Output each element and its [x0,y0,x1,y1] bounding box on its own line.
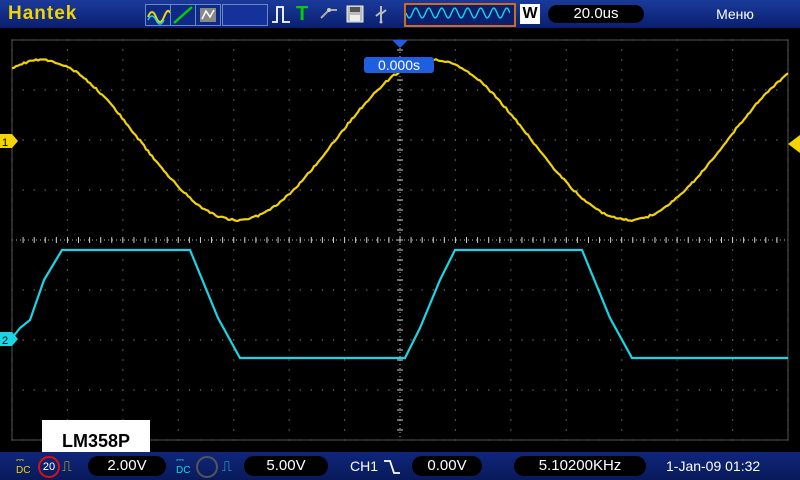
trigger-edge-icon[interactable] [270,4,292,24]
timebase-readout[interactable]: 20.0us [548,5,644,23]
ch1-volts-div[interactable]: 2.00V [88,456,166,476]
trigger-slope-icon [382,459,402,475]
trigger-level[interactable]: 0.00V [412,456,482,476]
usb-icon [370,4,392,24]
brand-logo: Hantek [8,3,77,25]
trigger-status-icon: T [296,4,314,24]
trigger-source[interactable]: CH1 [350,458,402,475]
frequency-readout: 5.10200KHz [514,456,646,476]
trigger-source-label: CH1 [350,458,378,474]
trigger-level-marker [788,135,800,153]
ch2-marker-label: 2 [2,335,8,347]
ch1-bandwidth-limit-icon[interactable]: 20 [38,456,60,478]
datetime: 1-Jan-09 01:32 [666,458,760,474]
ch1-coupling-icon: ⎓ DC [16,456,30,476]
window-indicator: W [520,4,540,24]
ch2-waveform-icon: ⎍ [222,458,232,475]
ch2-bandwidth-limit-icon[interactable] [196,456,218,478]
persistence-icon[interactable] [195,4,221,26]
waveform-mode-icon[interactable] [145,4,171,26]
ch2-volts-div[interactable]: 5.00V [244,456,328,476]
trigger-position-marker [392,40,408,48]
status-panel [222,4,268,26]
graticule: 1 2 [0,28,800,452]
menu-button[interactable]: Меню [700,6,770,22]
trigger-time-readout: 0.000s [364,57,434,73]
ch1-waveform-icon: ⎍ [62,458,72,475]
ch2-coupling-icon: ⎓ DC [176,456,190,476]
ch1-marker-label: 1 [2,137,8,149]
save-icon[interactable] [344,4,366,24]
scope-screen: 1 2 0.000s LM358P [0,28,800,452]
top-toolbar: Hantek T W 20.0us Меню [0,0,800,28]
vector-mode-icon[interactable] [170,4,196,26]
bottom-status-bar: ⎓ DC 20 ⎍ 2.00V ⎓ DC ⎍ 5.00V CH1 0.00V 5.1… [0,452,800,480]
memory-depth-bar[interactable] [404,3,516,27]
probe-icon [318,4,340,24]
